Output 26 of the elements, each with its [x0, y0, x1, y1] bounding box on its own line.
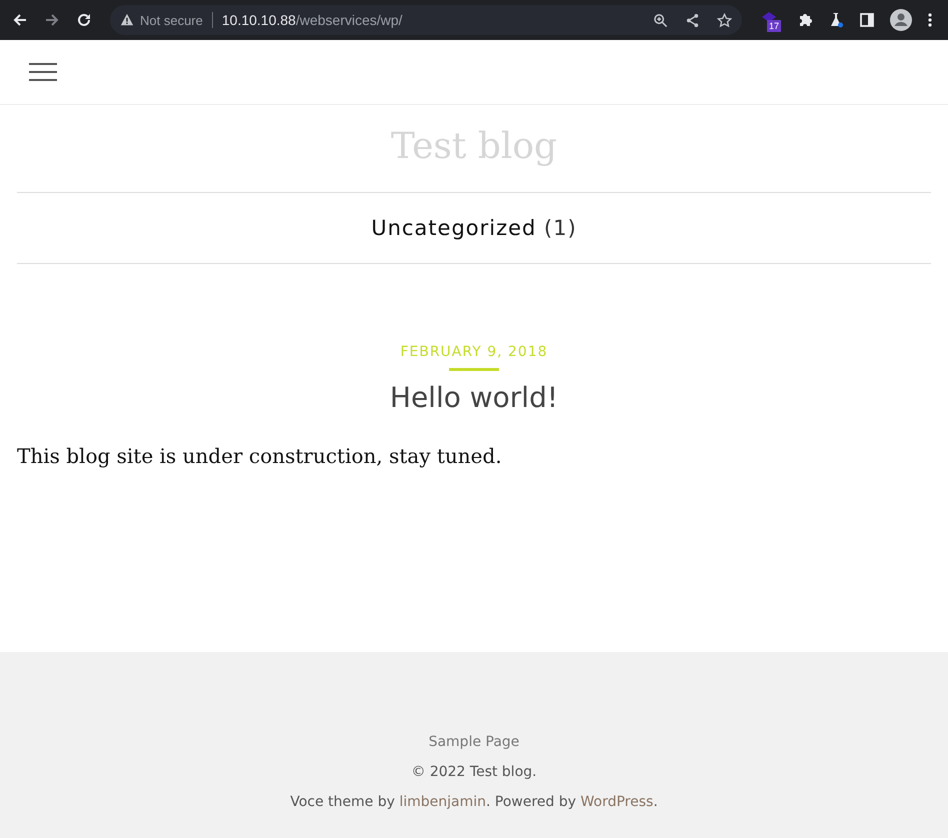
profile-avatar-icon[interactable] [890, 9, 912, 31]
side-panel-icon[interactable] [859, 12, 875, 28]
forward-icon[interactable] [44, 12, 60, 28]
zoom-icon[interactable] [653, 12, 668, 28]
address-bar[interactable]: Not secure 10.10.10.88/webservices/wp/ [110, 5, 742, 35]
menu-icon[interactable] [927, 12, 933, 28]
puzzle-icon[interactable] [797, 12, 813, 28]
menu-icon[interactable] [29, 63, 57, 81]
credits-text: Voce theme by limbenjamin. Powered by WordPress. [290, 793, 658, 812]
back-icon[interactable] [12, 12, 28, 28]
post-body: This blog site is under construction, stay tuned. [17, 444, 502, 468]
security-label[interactable]: Not secure [140, 12, 203, 28]
wordpress-link[interactable]: WordPress [580, 794, 654, 810]
url-text[interactable]: 10.10.10.88/webservices/wp/ [222, 12, 402, 28]
copyright-text: © 2022 Test blog. [411, 763, 537, 782]
flask-icon[interactable] [828, 12, 844, 28]
category-link[interactable]: Uncategorized (1) [371, 216, 577, 240]
extension-button[interactable]: 17 [760, 7, 782, 33]
reload-icon[interactable] [76, 12, 92, 28]
share-icon[interactable] [685, 12, 700, 28]
post-title[interactable]: Hello world! [390, 381, 558, 414]
extension-badge: 17 [767, 20, 782, 32]
star-icon[interactable] [717, 12, 732, 28]
footer-menu-link[interactable]: Sample Page [428, 732, 520, 752]
author-link[interactable]: limbenjamin [399, 794, 486, 810]
warning-icon[interactable] [120, 13, 134, 27]
